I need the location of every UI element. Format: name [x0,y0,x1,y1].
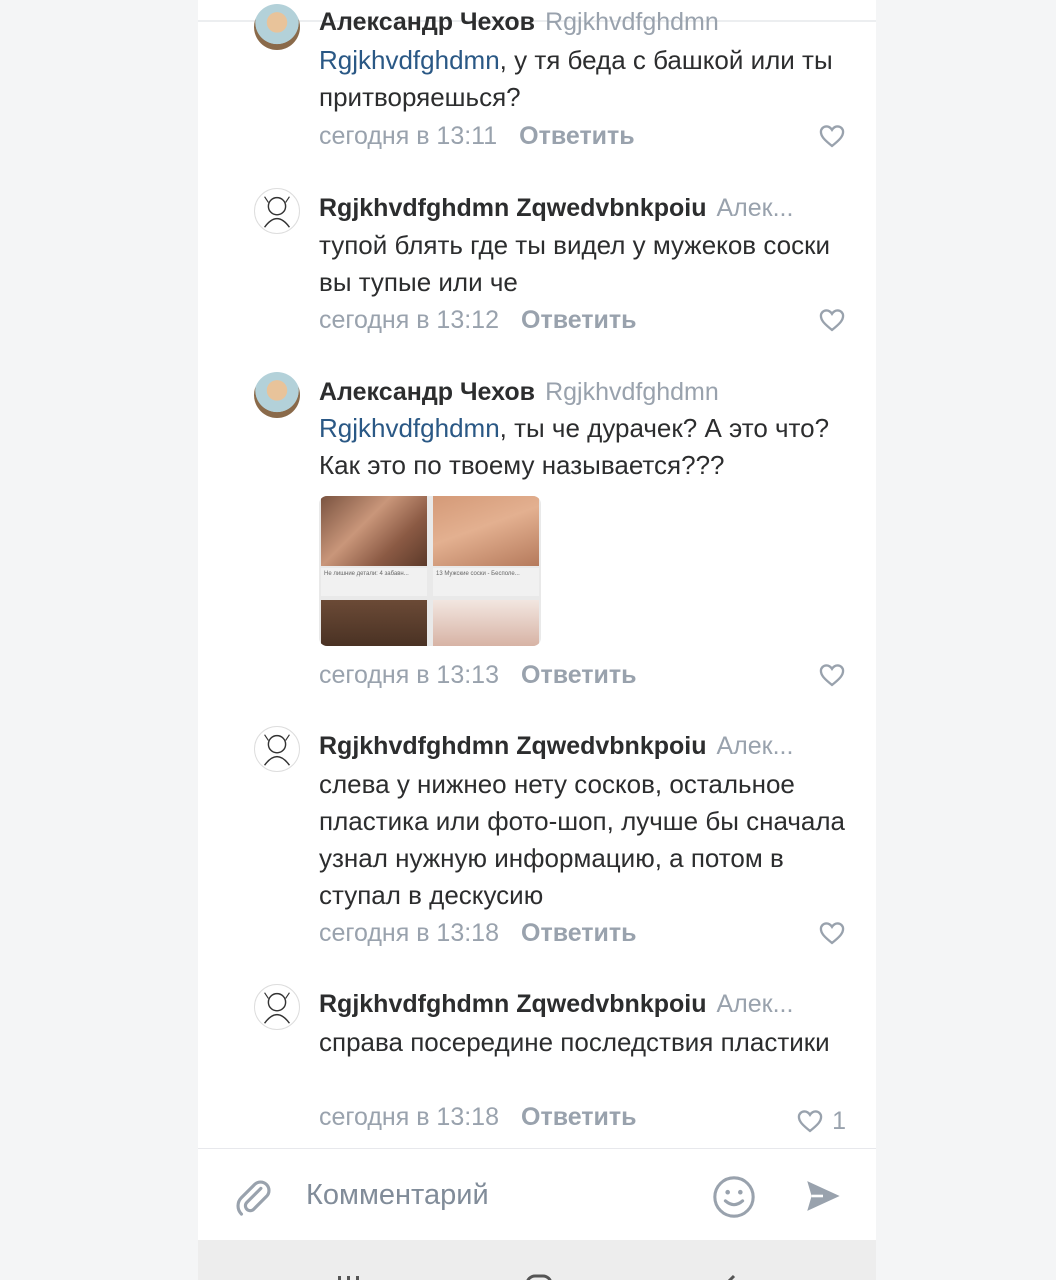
comment-author[interactable]: Александр Чехов [319,8,535,36]
like-button[interactable] [818,661,846,689]
reply-button[interactable]: Ответить [521,661,637,689]
paperclip-icon[interactable] [232,1177,274,1219]
heart-icon [819,309,845,332]
avatar[interactable] [254,188,300,234]
heart-icon [819,125,845,148]
reply-to-name[interactable]: Алек... [716,194,793,222]
recent-apps-icon[interactable] [334,1268,364,1280]
comment-header: Rgjkhvdfghdmn Zqwedvbnkpoiu Алек... [319,192,842,224]
avatar[interactable] [254,726,300,772]
comment-meta: сегодня в 13:18 Ответить [319,915,846,951]
comment-composer [198,1148,876,1241]
home-icon[interactable] [524,1268,554,1280]
reply-to-name[interactable]: Rgjkhvdfghdmn [545,378,719,406]
comment-meta: сегодня в 13:11 Ответить [319,118,846,154]
comment-text: тупой блять где ты видел у мужеков соски… [319,230,830,297]
avatar[interactable] [254,372,300,418]
comment-header: Александр Чехов Rgjkhvdfghdmn [319,376,842,408]
like-button[interactable]: 1 [796,1103,846,1139]
attached-photo[interactable] [433,496,539,566]
like-button[interactable] [818,919,846,947]
back-icon[interactable] [714,1268,744,1280]
comment-author[interactable]: Александр Чехов [319,378,535,406]
comment-meta: сегодня в 13:13 Ответить [319,657,846,693]
comment-meta: сегодня в 13:18 Ответить 1 [319,1099,846,1135]
mention-link[interactable]: Rgjkhvdfghdmn [319,45,500,75]
comment-author[interactable]: Rgjkhvdfghdmn Zqwedvbnkpoiu [319,732,706,760]
comment-header: Rgjkhvdfghdmn Zqwedvbnkpoiu Алек... [319,730,842,762]
avatar[interactable] [254,984,300,1030]
like-button[interactable] [818,306,846,334]
reply-button[interactable]: Ответить [521,306,637,334]
attached-photo[interactable] [321,600,427,646]
comment-time: сегодня в 13:13 [319,661,499,689]
page-background: Александр Чехов Rgjkhvdfghdmn Rgjkhvdfghd… [0,0,1056,1280]
comment-header: Rgjkhvdfghdmn Zqwedvbnkpoiu Алек... [319,988,842,1020]
comment-text: Rgjkhvdfghdmn, ты че дурачек? А это что?… [319,410,849,484]
smile-icon[interactable] [711,1174,757,1220]
avatar-drawing [263,992,291,1024]
comment-time: сегодня в 13:11 [319,122,498,150]
heart-icon [797,1110,823,1133]
attached-photo[interactable] [321,496,427,566]
comment-text: слева у нижнео нету сосков, остальное пл… [319,769,846,910]
mention-link[interactable]: Rgjkhvdfghdmn [319,413,500,443]
comment-time: сегодня в 13:18 [319,919,499,947]
comment-time: сегодня в 13:18 [319,1103,499,1131]
comment-input[interactable] [306,1175,686,1215]
reply-button[interactable]: Ответить [521,919,637,947]
comment-text: справа посередине последствия пластики [319,1027,830,1057]
system-nav-bar [198,1240,876,1280]
attached-photo[interactable] [433,600,539,646]
photo-caption: Не лишние детали: 4 забавн... [321,568,427,596]
avatar[interactable] [254,4,300,50]
send-icon[interactable] [802,1175,844,1217]
photo-attachment[interactable]: Не лишние детали: 4 забавн... 13 Мужские… [319,496,541,646]
comment-text: Rgjkhvdfghdmn, у тя беда с башкой или ты… [319,42,849,116]
avatar-drawing [263,196,291,228]
photo-caption: 13 Мужские соски - Бесполе... [433,568,539,596]
comment-meta: сегодня в 13:12 Ответить [319,302,846,338]
comment-author[interactable]: Rgjkhvdfghdmn Zqwedvbnkpoiu [319,194,706,222]
avatar-drawing [263,734,291,766]
comment-header: Александр Чехов Rgjkhvdfghdmn [319,6,842,38]
heart-icon [819,922,845,945]
heart-icon [819,664,845,687]
reply-to-name[interactable]: Алек... [716,990,793,1018]
reply-to-name[interactable]: Алек... [716,732,793,760]
reply-button[interactable]: Ответить [521,1103,637,1131]
like-count: 1 [832,1107,846,1135]
reply-button[interactable]: Ответить [519,122,635,150]
like-button[interactable] [818,122,846,150]
reply-to-name[interactable]: Rgjkhvdfghdmn [545,8,719,36]
comments-screen: Александр Чехов Rgjkhvdfghdmn Rgjkhvdfghd… [198,0,876,1280]
comment-author[interactable]: Rgjkhvdfghdmn Zqwedvbnkpoiu [319,990,706,1018]
comment-time: сегодня в 13:12 [319,306,499,334]
